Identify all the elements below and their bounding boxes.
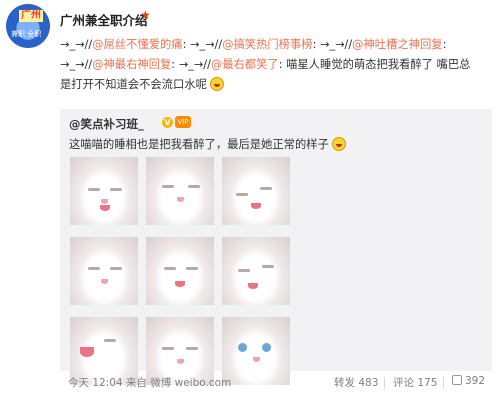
repost-count[interactable]: 转发 483 <box>334 375 378 390</box>
post-time-source[interactable]: 今天 12:04 来自 微博 weibo.com <box>68 375 231 390</box>
mention-link[interactable]: @神最右神回复 <box>92 58 171 71</box>
cat-photo[interactable] <box>222 237 290 305</box>
mention-link[interactable]: @搞笑热门榜事榜 <box>222 38 312 51</box>
arrow-text: : <box>442 38 447 51</box>
repost-text: 这喵喵的睡相也是把我看醉了，最后是她正常的样子 <box>69 136 347 152</box>
verified-icon: V <box>162 117 173 128</box>
divider <box>384 377 385 389</box>
laugh-emoji-icon <box>210 77 225 91</box>
post-body: →_→//@屌丝不懂爱的痛: →_→//@搞笑热门榜事榜: →_→//@神吐槽之… <box>60 35 488 95</box>
thumbs-up-icon <box>452 375 462 385</box>
arrow-text: →_→// <box>60 38 93 51</box>
mention-link[interactable]: @最右都笑了 <box>211 58 279 71</box>
author-name[interactable]: 广州兼全职介绍 <box>60 10 148 29</box>
post-body-line-2: →_→//@神最右神回复: →_→//@最右都笑了: 喵星人睡觉的萌态把我看醉了… <box>60 55 488 75</box>
repost-author[interactable]: @笑点补习班_ <box>69 116 144 132</box>
post-body-line-1: →_→//@屌丝不懂爱的痛: →_→//@搞笑热门榜事榜: →_→//@神吐槽之… <box>60 35 488 55</box>
cat-photo[interactable] <box>222 157 290 225</box>
vip-icon: VIP <box>175 116 191 128</box>
cat-photo[interactable] <box>70 157 138 225</box>
like-button[interactable]: 392 <box>452 375 485 387</box>
arrow-text: : →_→// <box>171 58 211 71</box>
star-icon: ★ <box>140 8 151 22</box>
avatar-text-top: 广州 <box>19 10 43 22</box>
repost-box: @笑点补习班_ V VIP 这喵喵的睡相也是把我看醉了，最后是她正常的样子 <box>60 109 492 385</box>
arrow-text: : →_→// <box>312 38 353 51</box>
post-text: 是打开不知道会不会流口水呢 <box>60 78 207 91</box>
author-avatar[interactable]: 广州 兼职 全职 <box>6 4 50 48</box>
like-count: 392 <box>465 375 486 387</box>
weibo-post: 广州 兼职 全职 广州兼全职介绍 ★ →_→//@屌丝不懂爱的痛: →_→//@… <box>0 0 500 400</box>
laugh-emoji-icon <box>332 137 347 151</box>
cat-photo[interactable] <box>70 237 138 305</box>
mention-link[interactable]: @屌丝不懂爱的痛 <box>92 38 182 51</box>
arrow-text: : →_→// <box>182 38 223 51</box>
comment-count[interactable]: 评论 175 <box>393 375 437 390</box>
avatar-text-bottom: 兼职 全职 <box>11 30 42 38</box>
post-text: : 喵星人睡觉的萌态把我看醉了 嘴巴总 <box>278 58 471 71</box>
cat-photo[interactable] <box>146 157 214 225</box>
post-footer: 今天 12:04 来自 微博 weibo.com 转发 483 评论 175 3… <box>60 375 492 393</box>
repost-text-content: 这喵喵的睡相也是把我看醉了，最后是她正常的样子 <box>69 138 329 151</box>
divider <box>443 377 444 389</box>
cat-photo[interactable] <box>146 237 214 305</box>
arrow-text: →_→// <box>60 58 93 71</box>
mention-link[interactable]: @神吐槽之神回复 <box>352 38 442 51</box>
post-body-line-3: 是打开不知道会不会流口水呢 <box>60 75 488 95</box>
photo-grid <box>70 157 298 385</box>
